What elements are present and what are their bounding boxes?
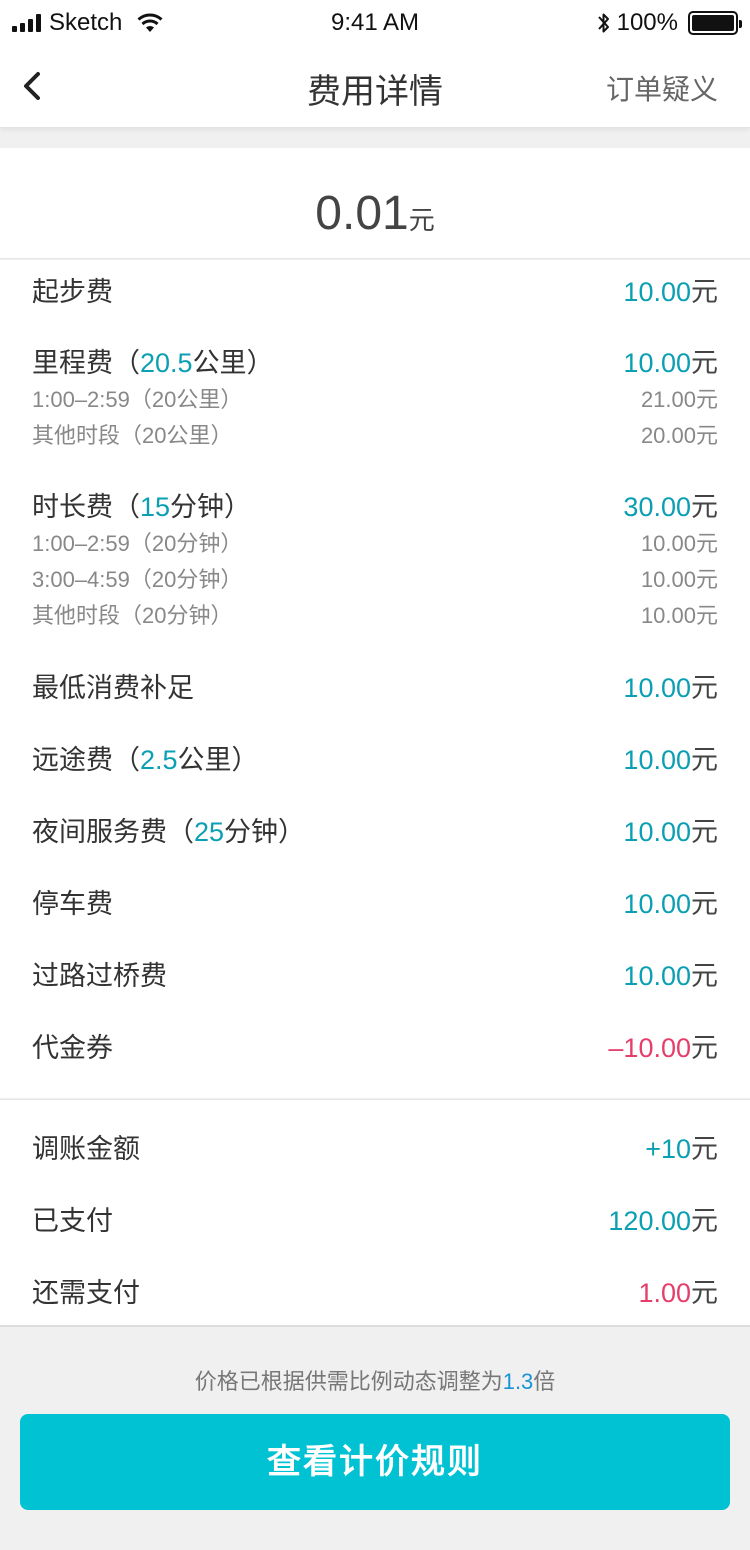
fee-subrow: 其他时段（20公里） 20.00元 (32, 423, 718, 448)
fee-value: 10.00元 (623, 348, 718, 378)
total-card: 0.01元 (0, 148, 750, 259)
fee-label: 起步费 (32, 277, 113, 307)
fee-label: 时长费（15分钟） (32, 492, 252, 522)
fee-value: 10.00元 (623, 817, 718, 847)
status-right: 100% (597, 9, 742, 37)
total-amount-unit: 元 (408, 205, 435, 235)
fee-label: 最低消费补足 (32, 673, 194, 703)
fee-row-long-distance: 远途费（2.5公里） 10.00元 (32, 738, 718, 775)
fee-value: 10.00元 (623, 745, 718, 775)
summary-row-paid: 已支付 120.00元 (32, 1199, 718, 1236)
fee-row-min-charge: 最低消费补足 10.00元 (32, 666, 718, 703)
fee-row-toll: 过路过桥费 10.00元 (32, 954, 718, 991)
fee-row-mileage: 里程费（20.5公里） 10.00元 (32, 341, 718, 378)
fee-row-duration: 时长费（15分钟） 30.00元 (32, 485, 718, 522)
summary-value: 120.00元 (608, 1206, 718, 1236)
fee-label: 夜间服务费（25分钟） (32, 817, 306, 847)
fee-row-voucher: 代金券 –10.00元 (32, 1026, 718, 1063)
fee-subrow: 其他时段（20分钟） 10.00元 (32, 603, 718, 628)
fee-value: –10.00元 (608, 1033, 718, 1063)
payment-summary: 调账金额 +10元 已支付 120.00元 还需支付 1.00元 (0, 1099, 750, 1327)
view-pricing-rules-button[interactable]: 查看计价规则 (20, 1414, 730, 1510)
bluetooth-icon (597, 13, 609, 33)
fee-subrow: 3:00–4:59（20分钟） 10.00元 (32, 567, 718, 592)
nav-bar: 费用详情 订单疑义 (0, 44, 750, 128)
fee-detail-list: 起步费 10.00元 里程费（20.5公里） 10.00元 1:00–2:59（… (0, 260, 750, 1098)
fee-value: 30.00元 (623, 492, 718, 522)
summary-row-adjust: 调账金额 +10元 (32, 1127, 718, 1164)
status-bar: Sketch 9:41 AM 100% (0, 0, 750, 44)
fee-label: 远途费（2.5公里） (32, 745, 259, 775)
total-amount: 0.01元 (0, 186, 750, 241)
summary-value: +10元 (645, 1134, 718, 1164)
total-amount-value: 0.01 (315, 187, 409, 240)
fee-row-parking: 停车费 10.00元 (32, 882, 718, 919)
fee-value: 10.00元 (623, 889, 718, 919)
battery-percent: 100% (616, 9, 678, 36)
summary-label: 调账金额 (32, 1134, 140, 1164)
fee-value: 10.00元 (623, 673, 718, 703)
fee-row-night: 夜间服务费（25分钟） 10.00元 (32, 810, 718, 847)
fee-value: 10.00元 (623, 961, 718, 991)
fee-label: 代金券 (32, 1033, 113, 1063)
summary-label: 已支付 (32, 1206, 113, 1236)
battery-icon (688, 11, 742, 35)
fee-subrow: 1:00–2:59（20公里） 21.00元 (32, 387, 718, 412)
order-dispute-link[interactable]: 订单疑义 (606, 68, 718, 108)
fee-label: 里程费（20.5公里） (32, 348, 274, 378)
fee-value: 10.00元 (623, 277, 718, 307)
fee-subrow: 1:00–2:59（20分钟） 10.00元 (32, 531, 718, 556)
fee-label: 过路过桥费 (32, 961, 167, 991)
fee-label: 停车费 (32, 889, 113, 919)
summary-value: 1.00元 (638, 1278, 718, 1308)
summary-label: 还需支付 (32, 1278, 140, 1308)
surge-multiplier: 1.3 (502, 1369, 534, 1394)
fee-row-base: 起步费 10.00元 (32, 270, 718, 307)
surge-note: 价格已根据供需比例动态调整为1.3倍 (194, 1369, 556, 1394)
summary-row-due: 还需支付 1.00元 (32, 1271, 718, 1308)
